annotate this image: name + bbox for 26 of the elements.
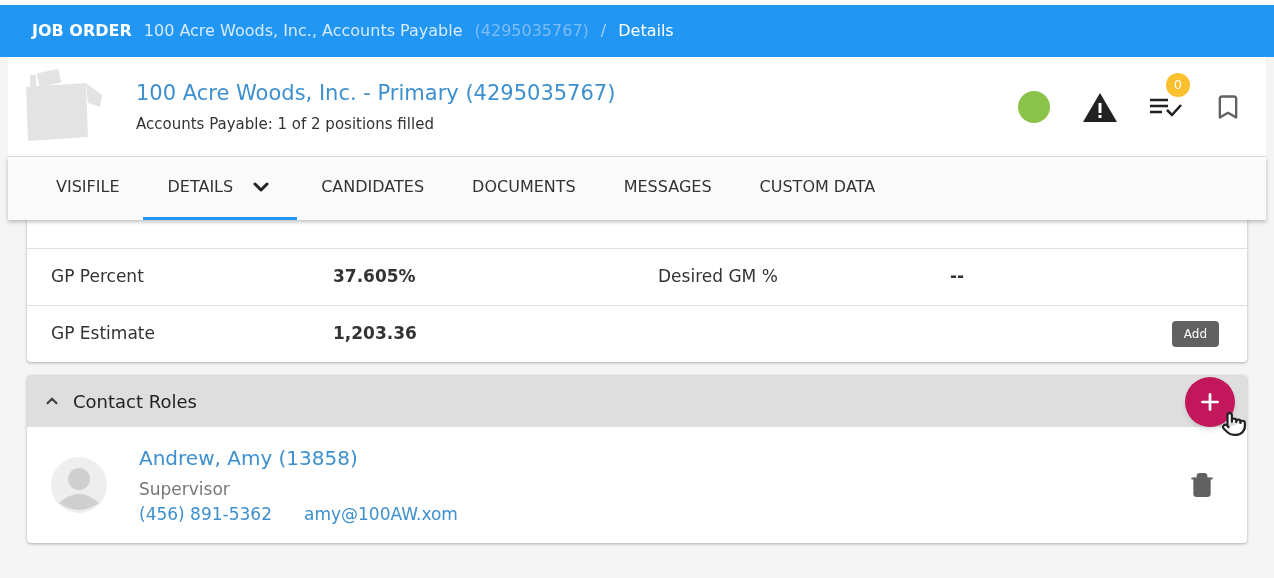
tab[interactable]: CUSTOM DATA bbox=[735, 157, 900, 220]
avatar-icon bbox=[51, 457, 107, 513]
contact-email[interactable]: amy@100AW.xom bbox=[303, 502, 458, 528]
tab[interactable]: DOCUMENTS bbox=[448, 157, 600, 220]
section-title: JOB ORDER bbox=[32, 20, 132, 42]
field-label: GP Percent bbox=[51, 265, 145, 289]
breadcrumb-id: (4295035767) bbox=[474, 20, 589, 42]
contact-phone[interactable]: (456) 891-5362 bbox=[139, 502, 272, 528]
delete-icon[interactable] bbox=[1189, 472, 1215, 498]
field-value: 37.605% bbox=[333, 265, 416, 289]
breadcrumb-page: Details bbox=[618, 20, 674, 42]
tab[interactable]: VISIFILE bbox=[32, 157, 144, 220]
tab[interactable]: CANDIDATES bbox=[297, 157, 449, 220]
record-subtitle: Accounts Payable: 1 of 2 positions filled bbox=[136, 114, 435, 135]
add-tooltip: Add bbox=[1171, 321, 1219, 347]
task-list-icon[interactable] bbox=[1150, 96, 1182, 117]
panel-header[interactable]: Contact Roles bbox=[27, 375, 1247, 427]
field-label: GP Estimate bbox=[51, 322, 156, 346]
field-label: Desired GM % bbox=[658, 265, 779, 289]
tab[interactable]: MESSAGES bbox=[599, 157, 736, 220]
field-value: -- bbox=[950, 265, 965, 289]
task-count-badge: 0 bbox=[1166, 72, 1190, 97]
contact-role: Supervisor bbox=[139, 477, 231, 501]
panel-title: Contact Roles bbox=[73, 389, 197, 414]
breadcrumb-separator: / bbox=[600, 20, 607, 42]
field-value: 1,203.36 bbox=[333, 322, 417, 346]
